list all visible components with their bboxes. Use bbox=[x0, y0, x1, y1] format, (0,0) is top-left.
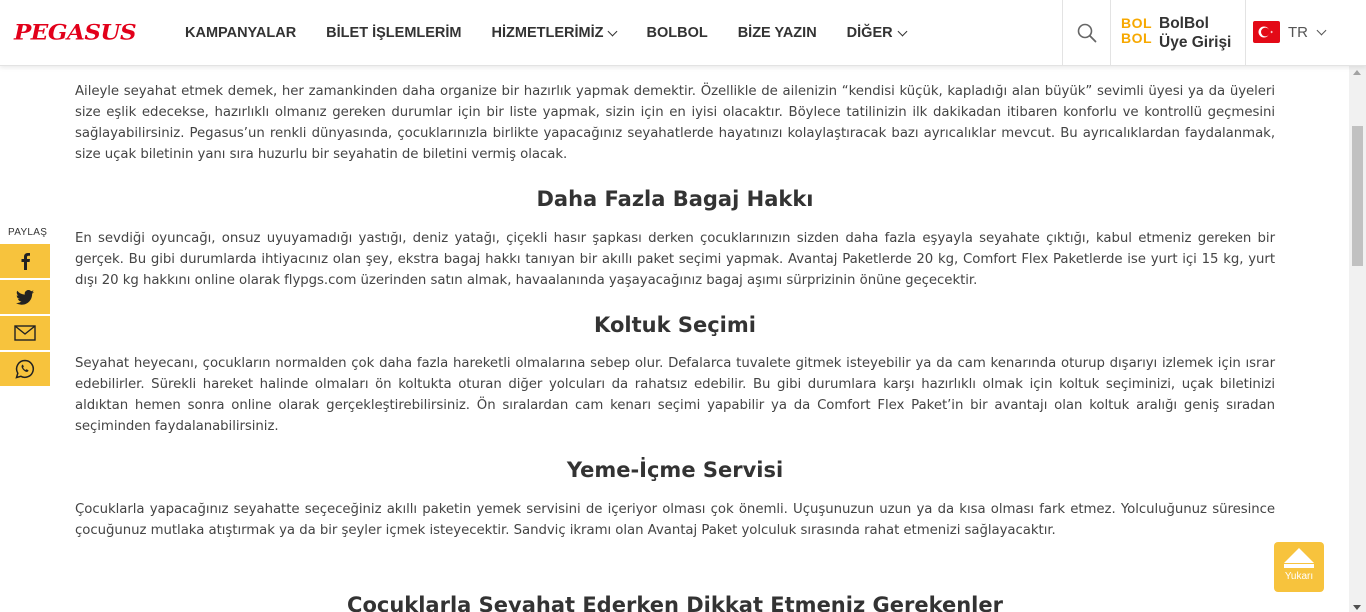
section-heading-koltuk: Koltuk Seçimi bbox=[594, 313, 756, 337]
chevron-down-icon bbox=[1316, 25, 1327, 35]
turkey-flag-icon bbox=[1253, 21, 1280, 43]
nav-item-diger[interactable]: DİĞER bbox=[846, 25, 908, 41]
pegasus-logo[interactable]: PEGASUS bbox=[14, 20, 137, 46]
share-label: PAYLAŞ bbox=[8, 227, 48, 238]
article-content: Aileyle seyahat etmek demek, her zamanki… bbox=[75, 81, 1275, 612]
search-button[interactable] bbox=[1062, 0, 1111, 66]
back-to-top-button[interactable]: Yukarı bbox=[1274, 542, 1324, 592]
search-icon bbox=[1077, 23, 1096, 43]
share-whatsapp-button[interactable] bbox=[0, 352, 50, 386]
intro-paragraph: Aileyle seyahat etmek demek, her zamanki… bbox=[75, 84, 1275, 162]
arrow-up-icon bbox=[1284, 548, 1314, 563]
main-nav: KAMPANYALAR BİLET İŞLEMLERİM HİZMETLERİM… bbox=[185, 0, 936, 66]
nav-item-hizmetlerimiz[interactable]: HİZMETLERİMİZ bbox=[491, 25, 618, 41]
scroll-down-arrow-icon[interactable] bbox=[1353, 605, 1361, 610]
nav-label: BOLBOL bbox=[646, 25, 708, 41]
chevron-down-icon bbox=[608, 26, 618, 36]
section-heading-bagaj: Daha Fazla Bagaj Hakkı bbox=[536, 187, 814, 211]
page-scrollbar[interactable] bbox=[1349, 66, 1366, 612]
bolbol-login-label: BolBol Üye Girişi bbox=[1159, 15, 1232, 51]
bolbol-logo: BOL BOL bbox=[1121, 15, 1153, 46]
share-facebook-button[interactable] bbox=[0, 244, 50, 278]
nav-label: DİĞER bbox=[846, 25, 893, 41]
nav-item-kampanyalar[interactable]: KAMPANYALAR bbox=[185, 25, 296, 41]
twitter-icon bbox=[16, 289, 34, 305]
nav-item-bolbol[interactable]: BOLBOL bbox=[646, 25, 707, 41]
email-icon bbox=[14, 325, 36, 341]
language-code: TR bbox=[1288, 23, 1308, 41]
share-twitter-button[interactable] bbox=[0, 280, 50, 314]
section-paragraph-koltuk: Seyahat heyecanı, çocukların normalden ç… bbox=[75, 356, 1275, 434]
scroll-up-arrow-icon[interactable] bbox=[1353, 70, 1361, 75]
nav-item-bilet-islemlerim[interactable]: BİLET İŞLEMLERİM bbox=[326, 25, 461, 41]
nav-label: BİLET İŞLEMLERİM bbox=[326, 25, 462, 41]
section-heading-dikkat: Çocuklarla Seyahat Ederken Dikkat Etmeni… bbox=[347, 593, 1003, 612]
nav-item-bize-yazin[interactable]: BİZE YAZIN bbox=[738, 25, 817, 41]
site-header: PEGASUS KAMPANYALAR BİLET İŞLEMLERİM HİZ… bbox=[0, 0, 1366, 66]
chevron-down-icon bbox=[897, 26, 908, 36]
scrollbar-thumb[interactable] bbox=[1352, 126, 1363, 266]
whatsapp-icon bbox=[15, 359, 34, 379]
section-paragraph-bagaj: En sevdiği oyuncağı, onsuz uyuyamadığı y… bbox=[75, 231, 1275, 288]
language-selector[interactable]: TR bbox=[1253, 21, 1327, 43]
facebook-icon bbox=[21, 253, 30, 270]
nav-label: KAMPANYALAR bbox=[185, 25, 297, 41]
share-email-button[interactable] bbox=[0, 316, 50, 350]
section-heading-yeme-icme: Yeme-İçme Servisi bbox=[566, 458, 784, 482]
nav-label: BİZE YAZIN bbox=[737, 25, 817, 41]
nav-label: HİZMETLERİMİZ bbox=[491, 25, 604, 41]
back-to-top-label: Yukarı bbox=[1284, 571, 1314, 582]
section-paragraph-yeme-icme: Çocuklarla yapacağınız seyahatte seçeceğ… bbox=[75, 502, 1275, 538]
bolbol-login-button[interactable]: BOL BOL BolBol Üye Girişi bbox=[1111, 0, 1246, 66]
